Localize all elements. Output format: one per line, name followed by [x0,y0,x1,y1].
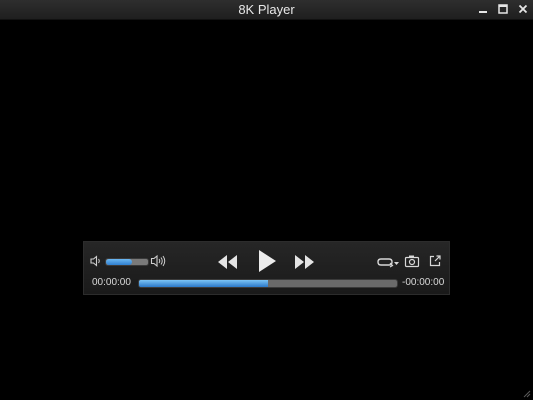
maximize-icon [498,4,508,14]
popout-button[interactable] [428,254,442,268]
loop-mode-button[interactable] [376,254,400,270]
window-title: 8K Player [238,2,295,17]
rewind-icon [218,255,237,269]
seek-progress [139,280,268,287]
play-icon [259,250,276,272]
volume-max-button[interactable] [150,253,168,269]
mute-button[interactable] [89,254,103,268]
elapsed-time: 00:00:00 [92,277,131,288]
control-bar: 00:00:00 -00:00:00 [83,241,450,295]
title-bar[interactable]: 8K Player [0,0,533,20]
volume-level [106,259,133,265]
volume-low-icon [90,255,100,267]
minimize-button[interactable] [474,1,492,17]
play-button[interactable] [256,248,278,274]
close-icon [518,4,528,14]
minimize-icon [479,11,487,13]
video-area[interactable] [0,20,533,400]
popout-icon [429,255,441,267]
maximize-button[interactable] [494,1,512,17]
fast-forward-button[interactable] [292,252,316,272]
fast-forward-icon [295,255,314,269]
snapshot-button[interactable] [404,254,420,268]
player-window: 8K Player 00:00:00 -00:00:00 [0,0,533,400]
seek-bar[interactable] [138,279,398,288]
remaining-time: -00:00:00 [402,277,445,288]
close-button[interactable] [514,1,532,17]
volume-high-icon [150,254,166,268]
rewind-button[interactable] [216,252,240,272]
loop-icon [377,258,399,268]
camera-icon [404,255,420,268]
volume-slider[interactable] [105,258,149,266]
resize-grip-icon[interactable] [521,388,531,398]
